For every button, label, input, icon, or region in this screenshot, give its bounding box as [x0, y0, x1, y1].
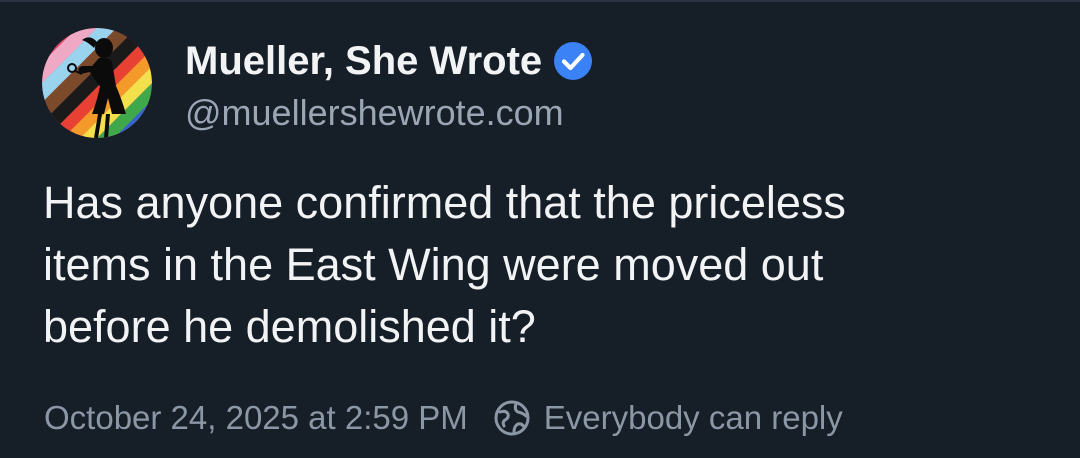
avatar-image [42, 28, 152, 138]
author-name-row: Mueller, She Wrote [185, 36, 594, 86]
post-text: Has anyone confirmed that the priceless … [43, 177, 846, 352]
avatar[interactable] [42, 28, 152, 138]
verified-check-icon [554, 42, 593, 80]
reply-setting: Everybody can reply [492, 398, 843, 438]
author-handle[interactable]: @muellershewrote.com [185, 92, 564, 134]
post-meta: October 24, 2025 at 2:59 PM Everybody ca… [44, 396, 843, 440]
post-card[interactable]: Mueller, She Wrote @muellershewrote.com … [0, 0, 1080, 458]
post-timestamp[interactable]: October 24, 2025 at 2:59 PM [44, 399, 468, 437]
globe-reply-icon [494, 400, 530, 436]
author-display-name[interactable]: Mueller, She Wrote [185, 39, 542, 84]
reply-setting-label: Everybody can reply [543, 399, 843, 436]
